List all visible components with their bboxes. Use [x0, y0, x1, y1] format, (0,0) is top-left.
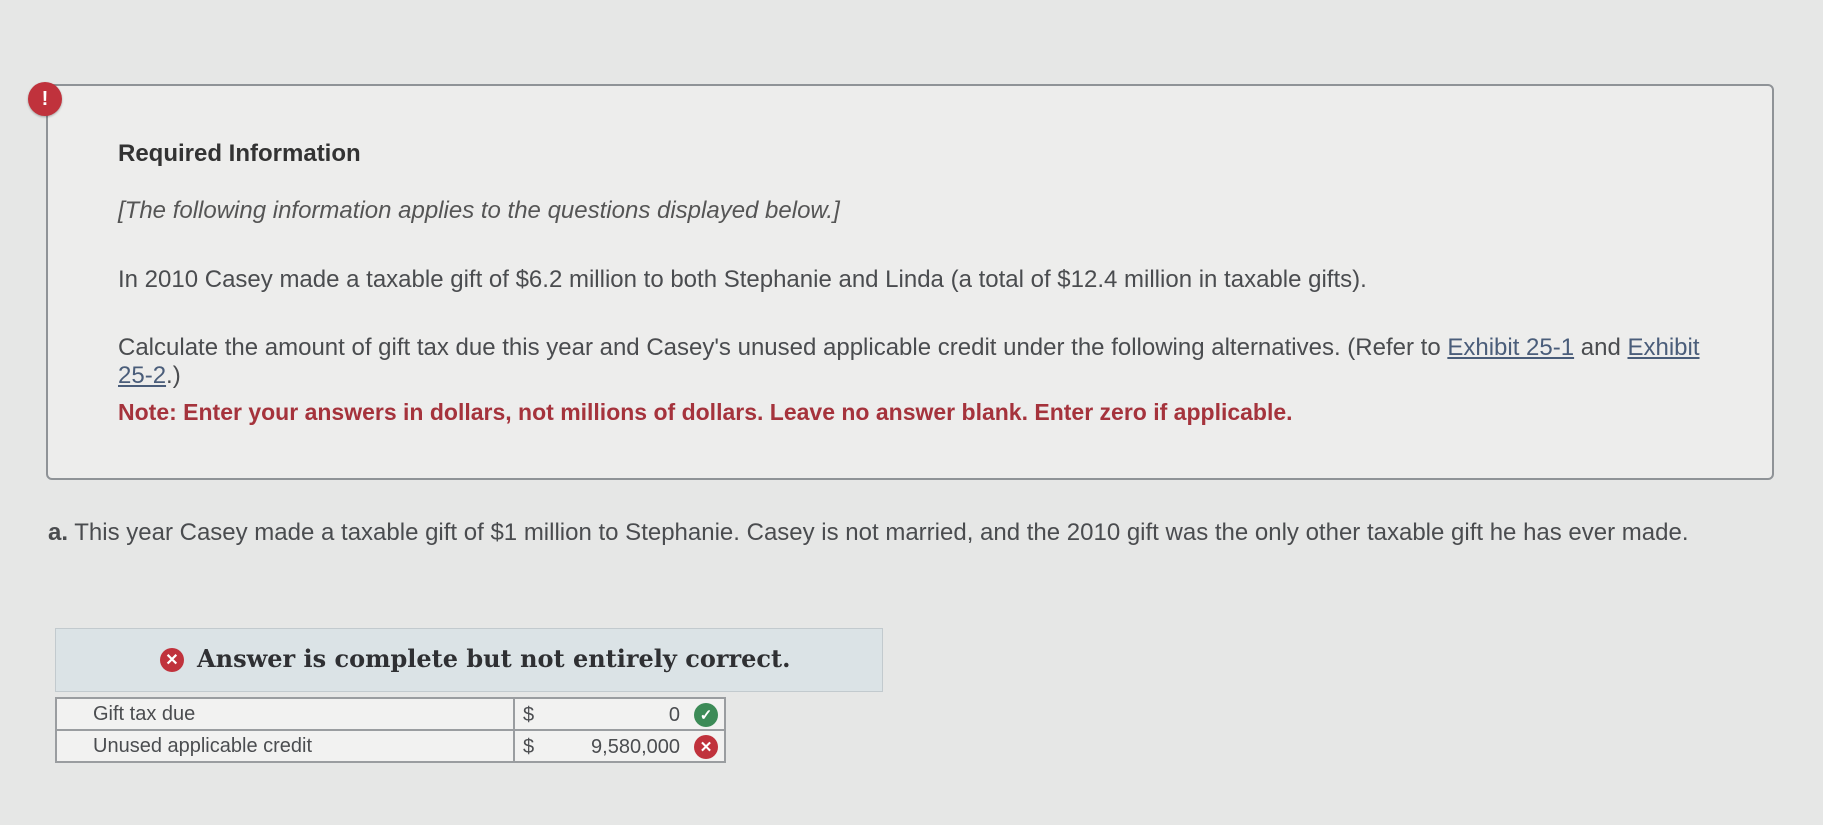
incorrect-icon: ✕	[160, 648, 184, 672]
info-paragraph-2: Calculate the amount of gift tax due thi…	[118, 334, 1718, 390]
x-mark-icon: ✕	[694, 735, 718, 759]
checkmark-icon: ✓	[694, 703, 718, 727]
unused-credit-value: 9,580,000	[591, 736, 680, 758]
answer-note: Note: Enter your answers in dollars, not…	[118, 399, 1293, 425]
paragraph-2-start: Calculate the amount of gift tax due thi…	[118, 334, 1448, 361]
info-intro: [The following information applies to th…	[118, 197, 840, 224]
question-text: This year Casey made a taxable gift of $…	[68, 519, 1689, 546]
exhibit-25-1-link[interactable]: Exhibit 25-1	[1447, 334, 1574, 361]
currency-symbol: $	[523, 736, 535, 758]
row-label: Gift tax due	[55, 697, 515, 731]
gift-tax-due-field[interactable]: $ 0 ✓	[513, 697, 726, 731]
answer-table: Gift tax due $ 0 ✓ Unused applicable cre…	[55, 697, 726, 763]
unused-credit-field[interactable]: $ 9,580,000 ✕	[513, 729, 726, 763]
table-row: Gift tax due $ 0 ✓	[55, 697, 726, 731]
info-paragraph-1: In 2010 Casey made a taxable gift of $6.…	[118, 266, 1367, 293]
gift-tax-due-value: 0	[668, 704, 680, 726]
paragraph-2-end: .)	[166, 362, 181, 389]
result-status-text: Answer is complete but not entirely corr…	[197, 644, 791, 673]
table-row: Unused applicable credit $ 9,580,000 ✕	[55, 729, 726, 763]
question-label: a.	[48, 519, 69, 546]
currency-symbol: $	[523, 704, 535, 726]
question-a: a. This year Casey made a taxable gift o…	[48, 518, 1788, 548]
alert-icon: !	[28, 82, 62, 116]
row-label: Unused applicable credit	[55, 729, 515, 763]
info-title: Required Information	[118, 140, 361, 167]
paragraph-2-mid: and	[1574, 334, 1628, 361]
